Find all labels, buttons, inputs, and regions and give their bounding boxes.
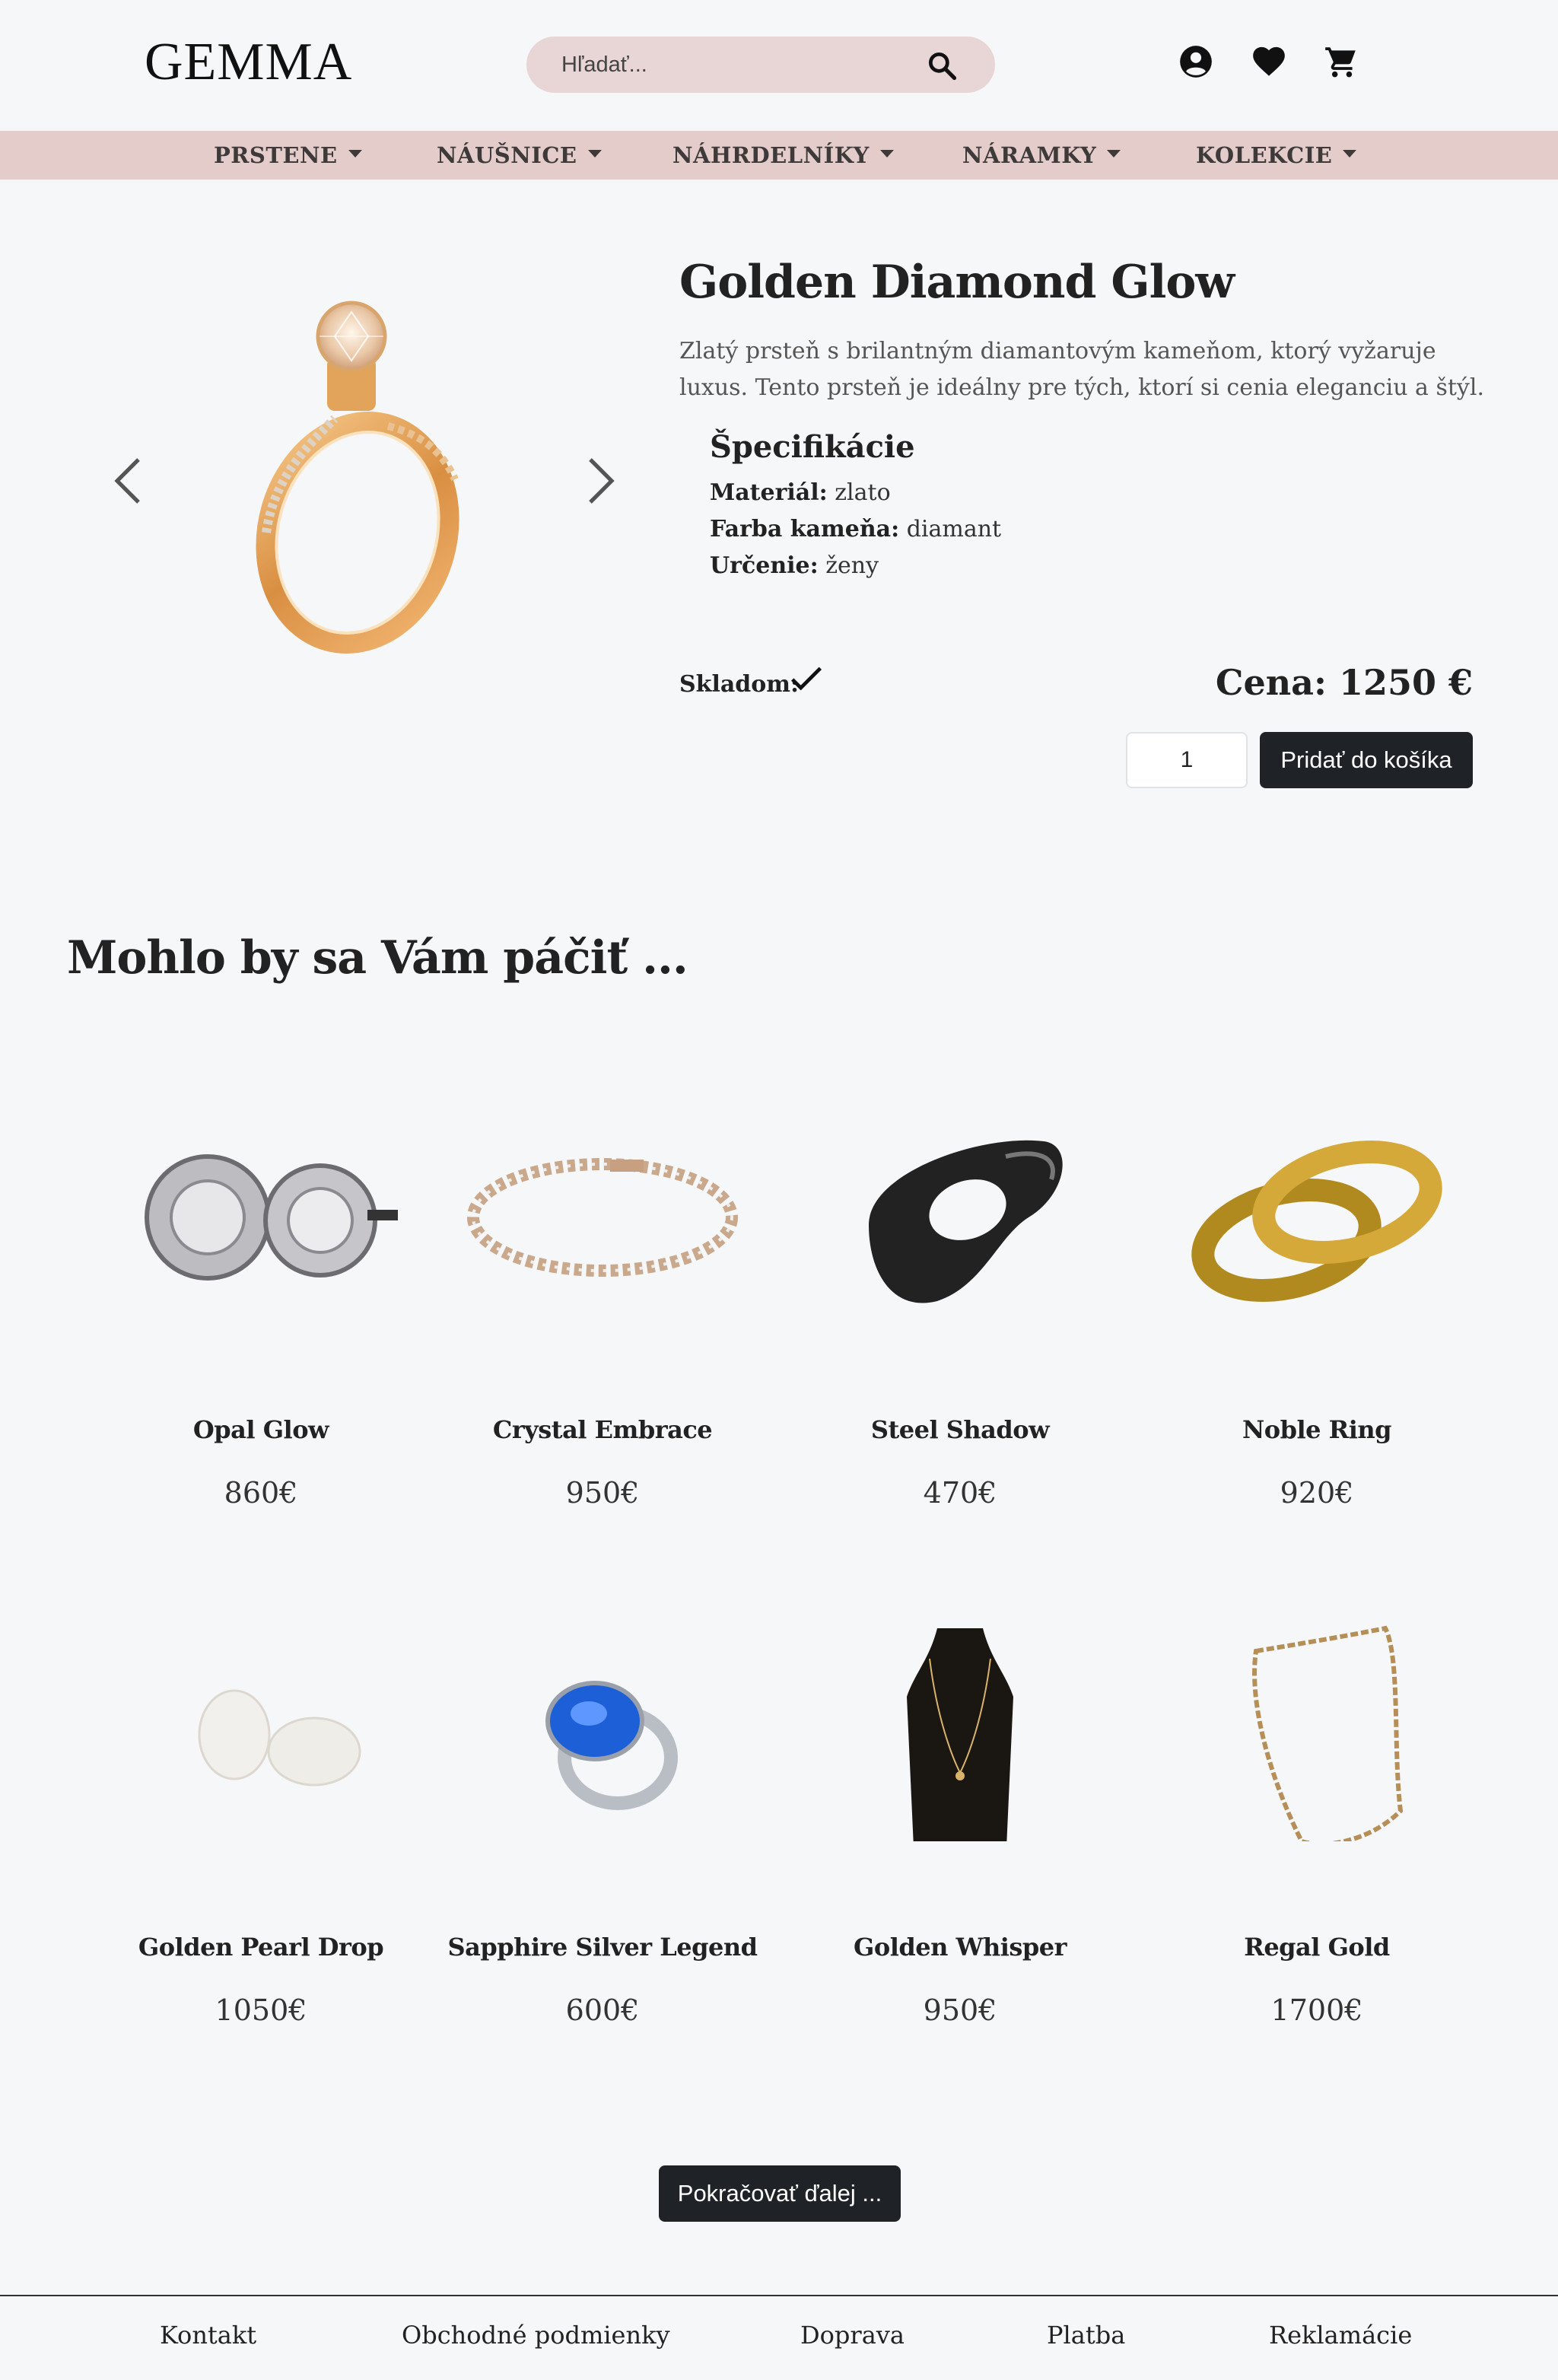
footer-link-shipping[interactable]: Doprava — [800, 2321, 905, 2350]
check-icon — [790, 667, 822, 691]
product-description: Zlatý prsteň s brilantným diamantovým ka… — [679, 338, 1485, 401]
spec-intended-for: Určenie: ženy — [710, 552, 879, 579]
spec-label: Materiál: — [710, 479, 828, 506]
spec-label: Farba kameňa: — [710, 516, 900, 542]
product-image-ring — [256, 301, 459, 654]
product-title: Golden Diamond Glow — [679, 256, 1235, 309]
chevron-down-icon — [1107, 150, 1121, 158]
cart-icon[interactable] — [1322, 43, 1360, 81]
product-card[interactable]: Sapphire Silver Legend 600€ — [424, 1613, 781, 2100]
product-price: 950€ — [923, 1993, 997, 2027]
footer-link-payment[interactable]: Platba — [1047, 2321, 1125, 2350]
product-name[interactable]: Sapphire Silver Legend — [424, 1933, 781, 1962]
footer-link-terms[interactable]: Obchodné podmienky — [402, 2321, 670, 2350]
product-card[interactable]: Golden Pearl Drop 1050€ — [82, 1613, 440, 2100]
product-price: 950€ — [565, 1476, 640, 1510]
quantity-input[interactable] — [1126, 732, 1248, 788]
account-icon[interactable] — [1177, 43, 1215, 81]
heart-icon[interactable] — [1250, 43, 1288, 81]
search-icon[interactable] — [925, 49, 959, 82]
nav-nausnice[interactable]: NÁUŠNICE — [437, 131, 602, 180]
spec-material: Materiál: zlato — [710, 479, 891, 506]
specs-heading: Špecifikácie — [710, 429, 915, 465]
product-card[interactable]: Noble Ring 920€ — [1138, 1096, 1496, 1583]
footer-link-complaints[interactable]: Reklamácie — [1269, 2321, 1412, 2350]
ring-icon — [1191, 1141, 1442, 1302]
category-nav: PRSTENE NÁUŠNICE NÁHRDELNÍKY NÁRAMKY KOL… — [0, 131, 1558, 180]
search-input[interactable] — [561, 37, 919, 93]
chevron-down-icon — [1343, 150, 1357, 158]
product-name[interactable]: Golden Pearl Drop — [82, 1933, 440, 1962]
necklace-icon — [1252, 1625, 1404, 1841]
product-card[interactable]: Crystal Embrace 950€ — [424, 1096, 781, 1583]
nav-naramky[interactable]: NÁRAMKY — [962, 131, 1121, 180]
product-name[interactable]: Noble Ring — [1138, 1415, 1496, 1444]
product-card[interactable]: Steel Shadow 470€ — [781, 1096, 1139, 1583]
necklace-icon — [907, 1628, 1013, 1841]
nav-label: KOLEKCIE — [1196, 142, 1333, 168]
product-price: 920€ — [1280, 1476, 1354, 1510]
product-price: 600€ — [565, 1993, 640, 2027]
ring-icon — [545, 1681, 678, 1810]
product-price: 1050€ — [215, 1993, 307, 2027]
ring-icon — [869, 1140, 1063, 1303]
chevron-left-icon[interactable] — [111, 457, 145, 505]
product-card[interactable]: Opal Glow 860€ — [82, 1096, 440, 1583]
nav-nahrdelniky[interactable]: NÁHRDELNÍKY — [672, 131, 894, 180]
product-name[interactable]: Steel Shadow — [781, 1415, 1139, 1444]
stock-label: Skladom: — [679, 671, 800, 698]
nav-prstene[interactable]: PRSTENE — [214, 131, 362, 180]
nav-label: PRSTENE — [214, 142, 338, 168]
product-name[interactable]: Crystal Embrace — [424, 1415, 781, 1444]
nav-kolekcie[interactable]: KOLEKCIE — [1196, 131, 1357, 180]
product-name[interactable]: Regal Gold — [1138, 1933, 1496, 1962]
chevron-down-icon — [879, 150, 894, 158]
load-more-button[interactable]: Pokračovať ďalej ... — [659, 2165, 901, 2222]
footer-divider — [0, 2295, 1558, 2296]
site-header: GEMMA — [0, 0, 1558, 131]
product-price: 860€ — [224, 1476, 298, 1510]
chevron-right-icon[interactable] — [584, 457, 618, 505]
spec-value: zlato — [835, 479, 891, 506]
product-name[interactable]: Opal Glow — [82, 1415, 440, 1444]
chevron-down-icon — [348, 150, 362, 158]
site-logo[interactable]: GEMMA — [145, 32, 352, 93]
spec-value: ženy — [825, 552, 879, 579]
nav-label: NÁUŠNICE — [437, 142, 577, 168]
nav-label: NÁRAMKY — [962, 142, 1097, 168]
product-price: 470€ — [923, 1476, 997, 1510]
add-to-cart-button[interactable]: Pridať do košíka — [1260, 732, 1473, 788]
earrings-icon — [145, 1154, 398, 1281]
footer-link-contact[interactable]: Kontakt — [160, 2321, 256, 2350]
spec-label: Určenie: — [710, 552, 819, 579]
nav-label: NÁHRDELNÍKY — [672, 142, 870, 168]
spec-value: diamant — [906, 516, 1002, 542]
earrings-icon — [198, 1689, 361, 1787]
product-price: 1700€ — [1270, 1993, 1363, 2027]
product-card[interactable]: Golden Whisper 950€ — [781, 1613, 1139, 2100]
recommended-heading: Mohlo by sa Vám páčiť ... — [67, 931, 688, 985]
product-card[interactable]: Regal Gold 1700€ — [1138, 1613, 1496, 2100]
chevron-down-icon — [587, 150, 602, 158]
product-name[interactable]: Golden Whisper — [781, 1933, 1139, 1962]
bracelet-icon — [467, 1158, 738, 1277]
product-price: Cena: 1250 € — [1215, 662, 1473, 703]
spec-stone-color: Farba kameňa: diamant — [710, 516, 1001, 542]
